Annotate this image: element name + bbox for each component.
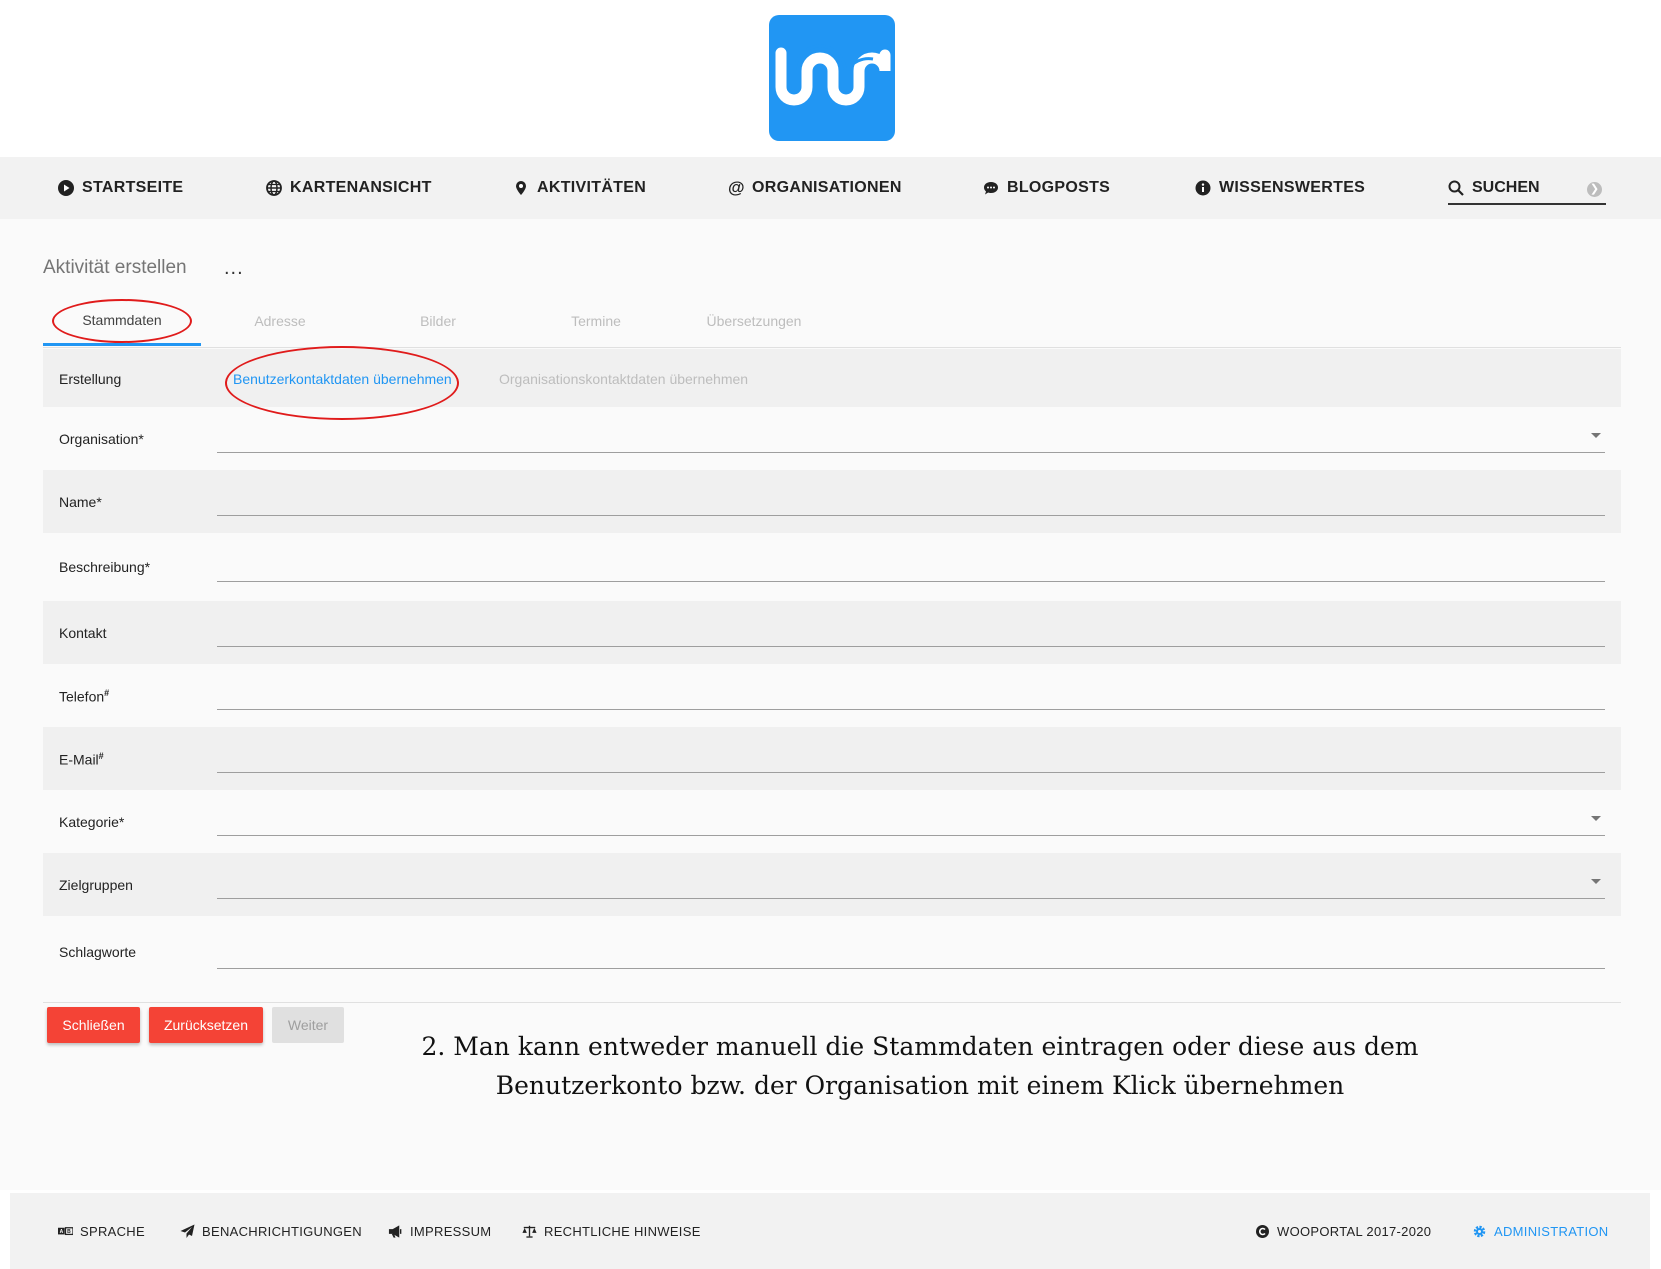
close-button[interactable]: Schließen bbox=[47, 1007, 140, 1043]
nav-label: ORGANISATIONEN bbox=[752, 179, 902, 196]
tab-uebersetzungen[interactable]: Übersetzungen bbox=[675, 297, 833, 345]
field-label: Name* bbox=[59, 494, 102, 510]
info-icon bbox=[1195, 180, 1211, 196]
divider bbox=[43, 1002, 1621, 1003]
tab-bar: Stammdaten Adresse Bilder Termine Überse… bbox=[43, 297, 1621, 348]
organisation-select[interactable] bbox=[217, 452, 1605, 453]
nav-wissenswertes[interactable]: WISSENSWERTES bbox=[1195, 157, 1365, 219]
highlight-circle bbox=[52, 299, 192, 343]
wooportal-logo[interactable] bbox=[769, 15, 895, 141]
field-label: Erstellung bbox=[59, 371, 122, 387]
search-go-icon[interactable]: ❯ bbox=[1587, 182, 1602, 197]
field-label-telefon: Telefon# bbox=[59, 688, 109, 705]
tab-termine[interactable]: Termine bbox=[517, 297, 675, 345]
form-row-schlagworte: Schlagworte bbox=[43, 916, 1621, 996]
name-input[interactable] bbox=[217, 515, 1605, 516]
kontakt-input[interactable] bbox=[217, 646, 1605, 647]
nav-label: STARTSEITE bbox=[82, 179, 184, 196]
main-navigation: STARTSEITE KARTENANSICHT AKTIVITÄTEN @ O… bbox=[0, 157, 1661, 219]
schlagworte-input[interactable] bbox=[217, 968, 1605, 969]
footer-label: SPRACHE bbox=[80, 1223, 145, 1239]
footer-admin[interactable]: ADMINISTRATION bbox=[1472, 1193, 1608, 1269]
email-input[interactable] bbox=[217, 772, 1605, 773]
dropdown-arrow-icon[interactable] bbox=[1591, 433, 1601, 438]
footer-language[interactable]: AB SPRACHE bbox=[58, 1193, 145, 1269]
annotation-line: 2. Man kann entweder manuell die Stammda… bbox=[421, 1032, 1419, 1061]
field-label-text: Telefon bbox=[59, 688, 105, 705]
field-label: Kontakt bbox=[59, 625, 107, 641]
search-icon bbox=[1448, 180, 1464, 196]
search-label: SUCHEN bbox=[1472, 179, 1540, 196]
wooportal-logo-icon bbox=[775, 44, 891, 106]
nav-startseite[interactable]: STARTSEITE bbox=[58, 157, 183, 219]
field-label-email: E-Mail# bbox=[59, 751, 104, 768]
copyright-icon bbox=[1255, 1224, 1270, 1239]
form-row-email: E-Mail# bbox=[43, 727, 1621, 790]
field-label: Beschreibung* bbox=[59, 559, 151, 575]
footer-label: IMPRESSUM bbox=[410, 1223, 492, 1239]
form-row-telefon: Telefon# bbox=[43, 664, 1621, 727]
footer-label: WOOPORTAL 2017-2020 bbox=[1277, 1223, 1432, 1239]
reset-button[interactable]: Zurücksetzen bbox=[149, 1007, 263, 1043]
footer-copyright: WOOPORTAL 2017-2020 bbox=[1255, 1193, 1431, 1269]
kategorie-select[interactable] bbox=[217, 835, 1605, 836]
nav-kartenansicht[interactable]: KARTENANSICHT bbox=[266, 157, 432, 219]
nav-label: BLOGPOSTS bbox=[1007, 179, 1111, 196]
footer-notifications[interactable]: BENACHRICHTIGUNGEN bbox=[180, 1193, 362, 1269]
page-title: Aktivität erstellen bbox=[43, 257, 187, 278]
play-circle-icon bbox=[58, 180, 74, 196]
form-row-name: Name* bbox=[43, 470, 1621, 533]
more-menu-button[interactable]: ... bbox=[224, 257, 244, 280]
nav-aktivitaeten[interactable]: AKTIVITÄTEN bbox=[513, 157, 646, 219]
field-label-text: E-Mail bbox=[59, 751, 99, 768]
form-row-kontakt: Kontakt bbox=[43, 601, 1621, 664]
tab-bilder[interactable]: Bilder bbox=[359, 297, 517, 345]
footer-label: RECHTLICHE HINWEISE bbox=[544, 1223, 701, 1239]
form-row-zielgruppen: Zielgruppen bbox=[43, 853, 1621, 916]
field-label-sup: # bbox=[104, 688, 110, 698]
beschreibung-input[interactable] bbox=[217, 581, 1605, 582]
chat-bubble-icon bbox=[983, 180, 999, 196]
field-label: Kategorie* bbox=[59, 814, 125, 830]
org-contact-link[interactable]: Organisationskontaktdaten übernehmen bbox=[499, 371, 748, 387]
search-field[interactable]: SUCHEN ❯ bbox=[1448, 173, 1606, 205]
nav-organisationen[interactable]: @ ORGANISATIONEN bbox=[728, 157, 902, 219]
form-row-kategorie: Kategorie* bbox=[43, 790, 1621, 853]
footer-legal[interactable]: RECHTLICHE HINWEISE bbox=[522, 1193, 701, 1269]
form-row-beschreibung: Beschreibung* bbox=[43, 533, 1621, 601]
field-label: Organisation* bbox=[59, 431, 144, 447]
telefon-input[interactable] bbox=[217, 709, 1605, 710]
annotation-line: Benutzerkonto bzw. der Organisation mit … bbox=[495, 1071, 1345, 1100]
nav-label: AKTIVITÄTEN bbox=[537, 179, 647, 196]
language-icon: AB bbox=[58, 1224, 73, 1239]
megaphone-icon bbox=[388, 1224, 403, 1239]
footer-imprint[interactable]: IMPRESSUM bbox=[388, 1193, 491, 1269]
dropdown-arrow-icon[interactable] bbox=[1591, 879, 1601, 884]
at-icon: @ bbox=[728, 178, 745, 197]
form-row-organisation: Organisation* bbox=[43, 407, 1621, 470]
footer-label: ADMINISTRATION bbox=[1494, 1223, 1609, 1239]
tutorial-annotation: 2. Man kann entweder manuell die Stammda… bbox=[330, 1027, 1510, 1105]
zielgruppen-select[interactable] bbox=[217, 898, 1605, 899]
dropdown-arrow-icon[interactable] bbox=[1591, 816, 1601, 821]
field-label: Zielgruppen bbox=[59, 877, 133, 893]
nav-label: WISSENSWERTES bbox=[1219, 179, 1366, 196]
svg-text:B: B bbox=[67, 1229, 71, 1235]
gear-icon bbox=[1472, 1224, 1487, 1239]
svg-text:A: A bbox=[60, 1229, 64, 1235]
footer: AB SPRACHE BENACHRICHTIGUNGEN IMPRESSUM … bbox=[10, 1193, 1650, 1269]
tab-adresse[interactable]: Adresse bbox=[201, 297, 359, 345]
balance-scale-icon bbox=[522, 1224, 537, 1239]
field-label-sup: # bbox=[98, 751, 104, 761]
map-pin-icon bbox=[513, 180, 529, 196]
main-content: Aktivität erstellen ... Stammdaten Adres… bbox=[0, 219, 1661, 1190]
footer-label: BENACHRICHTIGUNGEN bbox=[202, 1223, 362, 1239]
nav-blogposts[interactable]: BLOGPOSTS bbox=[983, 157, 1110, 219]
paper-plane-icon bbox=[180, 1224, 195, 1239]
globe-icon bbox=[266, 180, 282, 196]
field-label: Schlagworte bbox=[59, 944, 137, 960]
nav-label: KARTENANSICHT bbox=[290, 179, 432, 196]
